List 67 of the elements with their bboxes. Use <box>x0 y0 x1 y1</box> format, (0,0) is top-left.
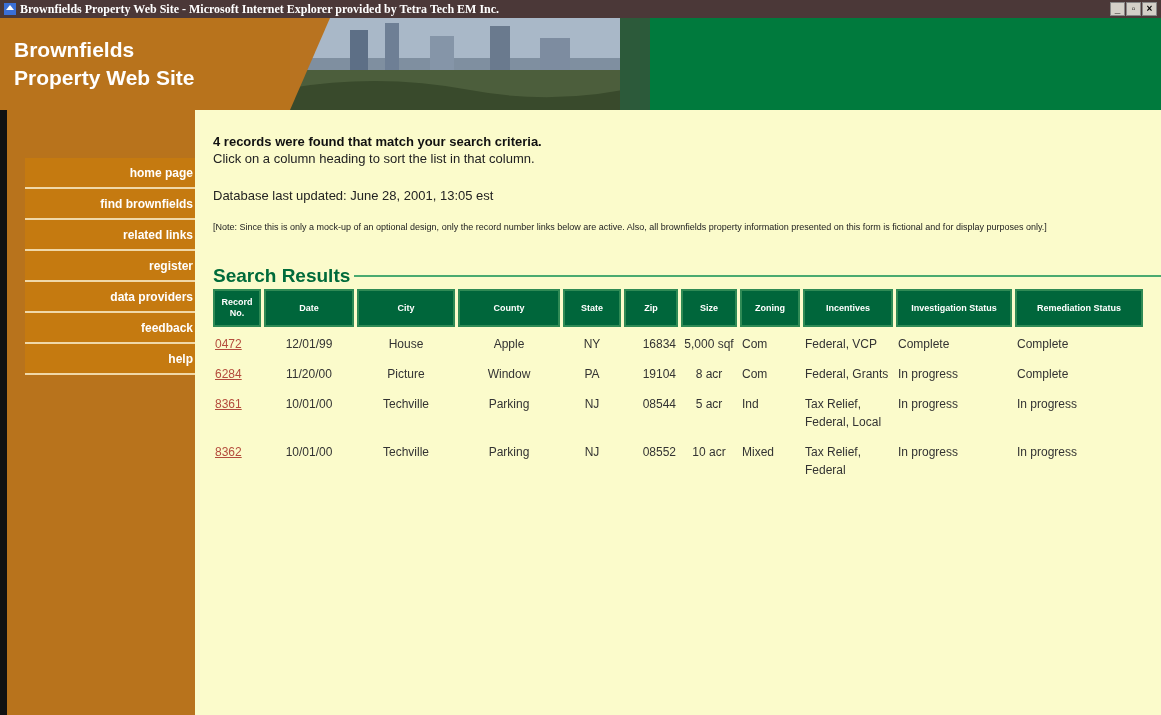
window-title: Brownfields Property Web Site - Microsoft Internet Explorer provided by Tetra Tech EM Inc. <box>20 1 500 17</box>
table-cell: Com <box>742 367 768 381</box>
table-cell: Mixed <box>742 445 774 459</box>
record-link[interactable]: 8361 <box>215 397 242 411</box>
table-cell: Window <box>487 367 531 381</box>
section-title: Search Results <box>213 265 351 287</box>
window-control[interactable]: ▫ <box>1126 2 1141 16</box>
column-header[interactable]: Incentives <box>803 289 893 327</box>
table-cell: 12/01/99 <box>285 337 333 351</box>
column-header[interactable]: Remediation Status <box>1015 289 1143 327</box>
column-header[interactable]: Zoning <box>740 289 800 327</box>
site-title: Brownfields <box>14 37 136 63</box>
table-cell: Parking <box>488 445 530 459</box>
column-header[interactable]: Size <box>681 289 737 327</box>
table-cell: 08552 <box>642 445 676 459</box>
browser-icon <box>4 3 16 15</box>
table-cell: Picture <box>387 367 425 381</box>
table-cell: In progress <box>898 445 959 459</box>
table-cell: In progress <box>898 367 959 381</box>
table-cell: Techville <box>383 397 429 411</box>
table-cell: Complete <box>1017 337 1069 351</box>
table-cell: Com <box>742 337 768 351</box>
column-header[interactable]: Investigation Status <box>896 289 1012 327</box>
column-header[interactable]: Date <box>264 289 354 327</box>
table-cell: Complete <box>898 337 950 351</box>
table-cell: 19104 <box>642 367 676 381</box>
table-cell: Apple <box>493 337 525 351</box>
table-cell: 11/20/00 <box>286 367 332 381</box>
table-cell: In progress <box>1017 445 1078 459</box>
table-cell: 5,000 sqf <box>684 337 734 351</box>
table-cell: 10/01/00 <box>285 397 333 411</box>
window-control[interactable]: × <box>1142 2 1157 16</box>
table-cell: Ind <box>742 397 759 411</box>
table-cell: PA <box>584 367 600 381</box>
table-cell: 10 acr <box>692 445 726 459</box>
site-title: Property Web Site <box>14 65 196 91</box>
table-cell: Complete <box>1017 367 1069 381</box>
table-cell: Parking <box>488 397 530 411</box>
table-cell: Federal, VCP <box>805 337 878 351</box>
table-cell: NJ <box>584 397 600 411</box>
table-cell: Federal, Grants <box>805 367 889 381</box>
table-cell: NJ <box>584 445 600 459</box>
table-cell: Tax Relief, Federal <box>805 445 862 477</box>
column-header[interactable]: State <box>563 289 621 327</box>
table-cell: In progress <box>1017 397 1078 411</box>
table-cell: NY <box>583 337 601 351</box>
table-cell: Techville <box>383 445 429 459</box>
table-cell: 8 acr <box>695 367 723 381</box>
table-cell: 16834 <box>642 337 676 351</box>
table-cell: In progress <box>898 397 959 411</box>
table-cell: Tax Relief, Federal, Local <box>805 397 882 429</box>
window-control[interactable]: _ <box>1110 2 1125 16</box>
column-header[interactable]: City <box>357 289 455 327</box>
column-header[interactable]: County <box>458 289 560 327</box>
disclaimer-note: [Note: Since this is only a mock-up of an optional design, only the record number links below are active. Also, all brownfields property information presented on this form is fictional and for display purposes only.] <box>213 221 1048 234</box>
record-link[interactable]: 6284 <box>215 367 242 381</box>
record-link[interactable]: 8362 <box>215 445 242 459</box>
results-summary: 4 records were found that match your search criteria. <box>213 134 543 149</box>
table-cell: 5 acr <box>695 397 723 411</box>
table-cell: 10/01/00 <box>285 445 333 459</box>
update-info: Database last updated: June 28, 2001, 13:05 est <box>213 188 495 203</box>
column-header[interactable]: Zip <box>624 289 678 327</box>
sort-hint: Click on a column heading to sort the list in that column. <box>213 151 536 166</box>
column-header[interactable]: Record No. <box>213 289 261 327</box>
record-link[interactable]: 0472 <box>215 337 242 351</box>
table-cell: 08544 <box>642 397 676 411</box>
table-cell: House <box>388 337 424 351</box>
